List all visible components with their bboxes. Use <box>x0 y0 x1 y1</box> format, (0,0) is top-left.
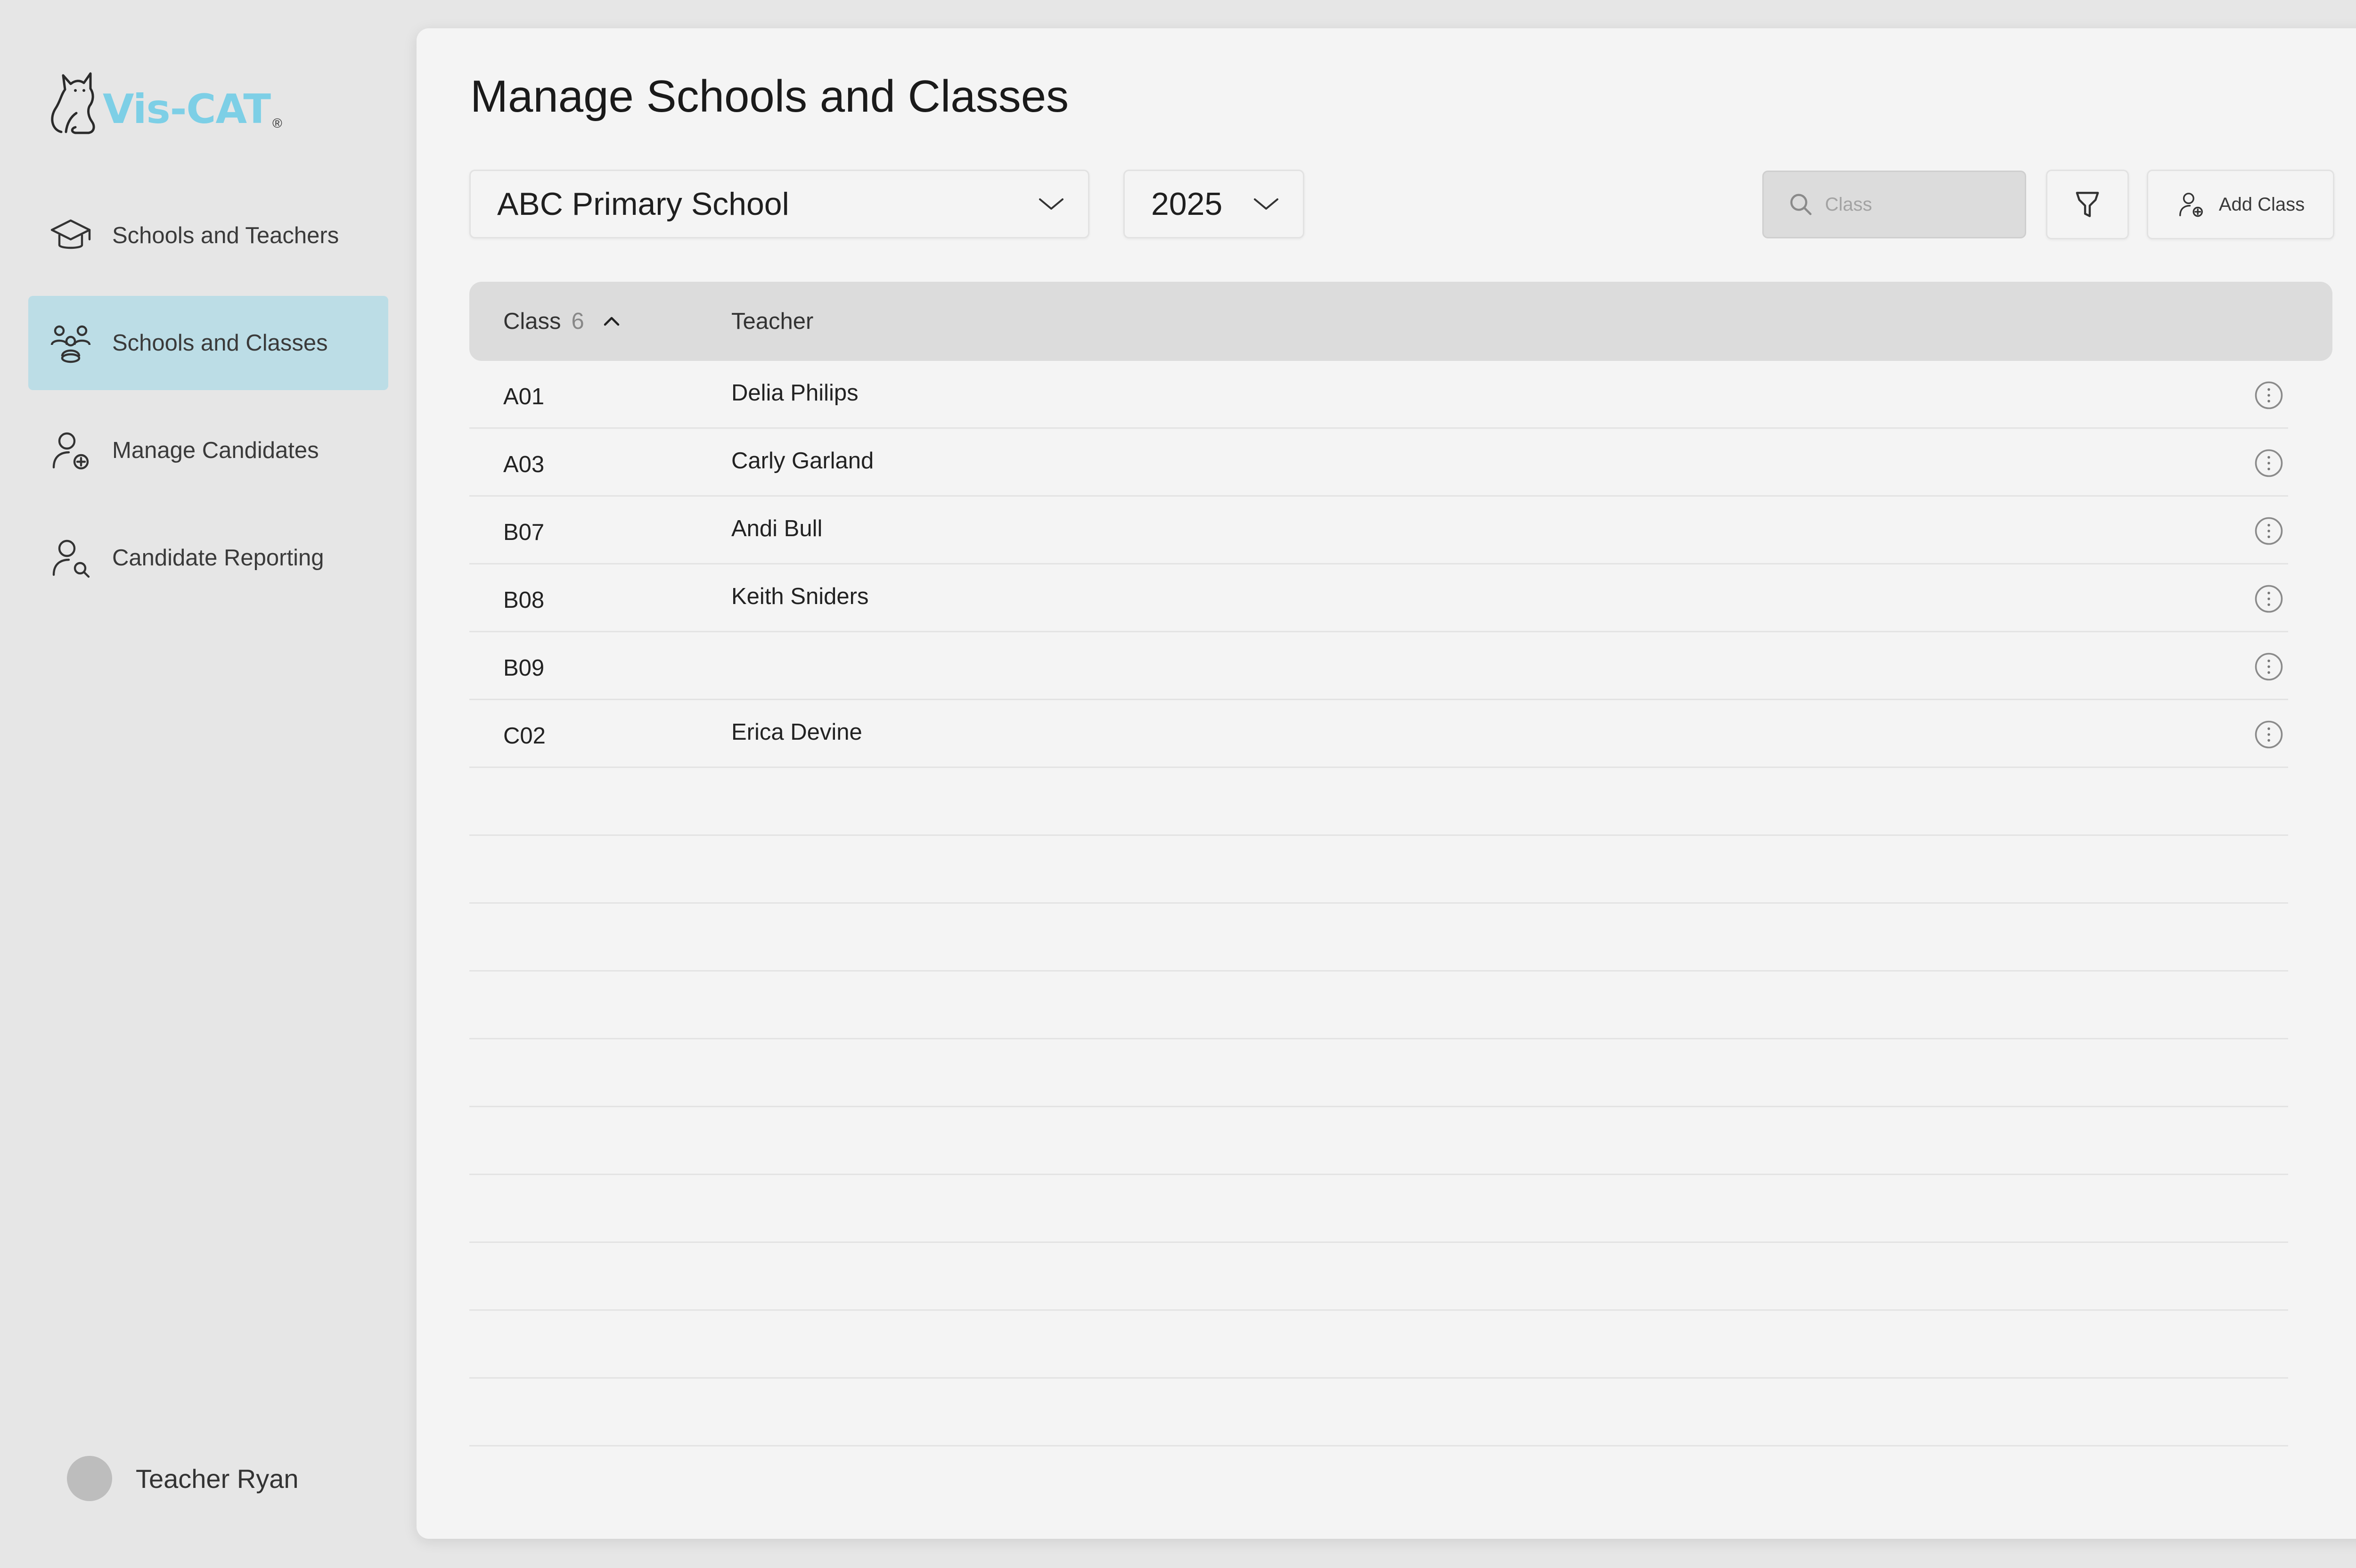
sidebar-item-candidate-reporting[interactable]: Candidate Reporting <box>28 511 388 605</box>
empty-table-row <box>469 1107 2288 1175</box>
empty-table-row <box>469 1039 2288 1107</box>
chevron-up-icon[interactable] <box>602 315 621 327</box>
row-menu-button[interactable] <box>2253 719 2284 750</box>
table-row[interactable]: B08 Keith Sniders <box>469 564 2288 632</box>
empty-table-row <box>469 972 2288 1039</box>
empty-table-row <box>469 1175 2288 1243</box>
group-icon <box>47 319 94 367</box>
empty-table-row <box>469 836 2288 904</box>
more-vertical-icon <box>2255 381 2283 409</box>
table-row[interactable]: A03 Carly Garland <box>469 429 2288 497</box>
cell-class: B09 <box>503 655 545 681</box>
sidebar: Vis-CAT ® Schools and Teachers Schools a… <box>0 0 415 1568</box>
school-select[interactable]: ABC Primary School <box>469 170 1089 238</box>
class-search[interactable] <box>1762 171 2026 238</box>
table-row[interactable]: B09 <box>469 632 2288 700</box>
sidebar-item-label: Manage Candidates <box>112 438 319 463</box>
table-row[interactable]: C02 Erica Devine <box>469 700 2288 768</box>
search-icon <box>1790 194 1812 215</box>
sidebar-item-schools-and-classes[interactable]: Schools and Classes <box>28 296 388 390</box>
table-row[interactable]: A01 Delia Philips <box>469 361 2288 429</box>
search-input[interactable] <box>1824 193 2005 216</box>
user-add-icon <box>2179 193 2203 217</box>
sidebar-item-label: Schools and Classes <box>112 330 328 356</box>
chevron-down-icon <box>1254 198 1278 210</box>
row-menu-button[interactable] <box>2253 448 2284 479</box>
cell-teacher: Erica Devine <box>731 719 862 745</box>
cell-teacher: Carly Garland <box>731 448 874 474</box>
user-name: Teacher Ryan <box>136 1463 299 1494</box>
class-count-badge: 6 <box>571 309 584 334</box>
avatar <box>67 1456 112 1501</box>
chevron-down-icon <box>1039 198 1063 210</box>
page-title: Manage Schools and Classes <box>470 71 1069 122</box>
cell-teacher: Delia Philips <box>731 380 859 406</box>
cell-teacher: Keith Sniders <box>731 584 869 609</box>
year-select-value: 2025 <box>1151 186 1223 222</box>
row-menu-button[interactable] <box>2253 583 2284 614</box>
more-vertical-icon <box>2255 585 2283 613</box>
empty-table-row <box>469 1311 2288 1379</box>
app-logo[interactable]: Vis-CAT ® <box>47 57 292 137</box>
table-header: Class 6 Teacher <box>469 282 2332 361</box>
school-select-value: ABC Primary School <box>497 186 789 222</box>
user-profile[interactable]: Teacher Ryan <box>67 1456 299 1501</box>
row-menu-button[interactable] <box>2253 515 2284 547</box>
cell-class: B07 <box>503 520 545 545</box>
graduation-cap-icon <box>47 212 94 259</box>
cell-class: B08 <box>503 588 545 613</box>
cell-class: C02 <box>503 723 546 749</box>
cell-teacher: Andi Bull <box>731 516 823 541</box>
cat-logo-icon <box>51 72 95 134</box>
column-header-teacher: Teacher <box>731 309 814 334</box>
user-search-icon <box>47 534 94 581</box>
filter-button[interactable] <box>2046 170 2129 239</box>
filter-icon <box>2076 192 2099 217</box>
column-header-class[interactable]: Class 6 <box>503 308 621 335</box>
more-vertical-icon <box>2255 720 2283 749</box>
row-menu-button[interactable] <box>2253 380 2284 411</box>
main-panel: Manage Schools and Classes ABC Primary S… <box>417 28 2356 1539</box>
cell-class: A01 <box>503 384 545 409</box>
user-add-icon <box>47 427 94 474</box>
sidebar-item-label: Schools and Teachers <box>112 223 339 248</box>
more-vertical-icon <box>2255 517 2283 545</box>
logo-registered-mark: ® <box>272 116 282 131</box>
row-menu-button[interactable] <box>2253 651 2284 682</box>
more-vertical-icon <box>2255 449 2283 477</box>
empty-table-row <box>469 904 2288 972</box>
add-class-label: Add Class <box>2218 194 2305 215</box>
sidebar-item-manage-candidates[interactable]: Manage Candidates <box>28 403 388 498</box>
more-vertical-icon <box>2255 653 2283 681</box>
logo-text: Vis-CAT <box>103 86 271 133</box>
empty-table-row <box>469 1379 2288 1446</box>
table-row[interactable]: B07 Andi Bull <box>469 497 2288 564</box>
year-select[interactable]: 2025 <box>1123 170 1304 238</box>
sidebar-item-label: Candidate Reporting <box>112 545 324 571</box>
sidebar-item-schools-and-teachers[interactable]: Schools and Teachers <box>28 188 388 283</box>
column-header-class-label: Class <box>503 309 561 334</box>
add-class-button[interactable]: Add Class <box>2147 170 2334 239</box>
empty-table-row <box>469 768 2288 836</box>
cell-class: A03 <box>503 452 545 477</box>
empty-table-row <box>469 1243 2288 1311</box>
